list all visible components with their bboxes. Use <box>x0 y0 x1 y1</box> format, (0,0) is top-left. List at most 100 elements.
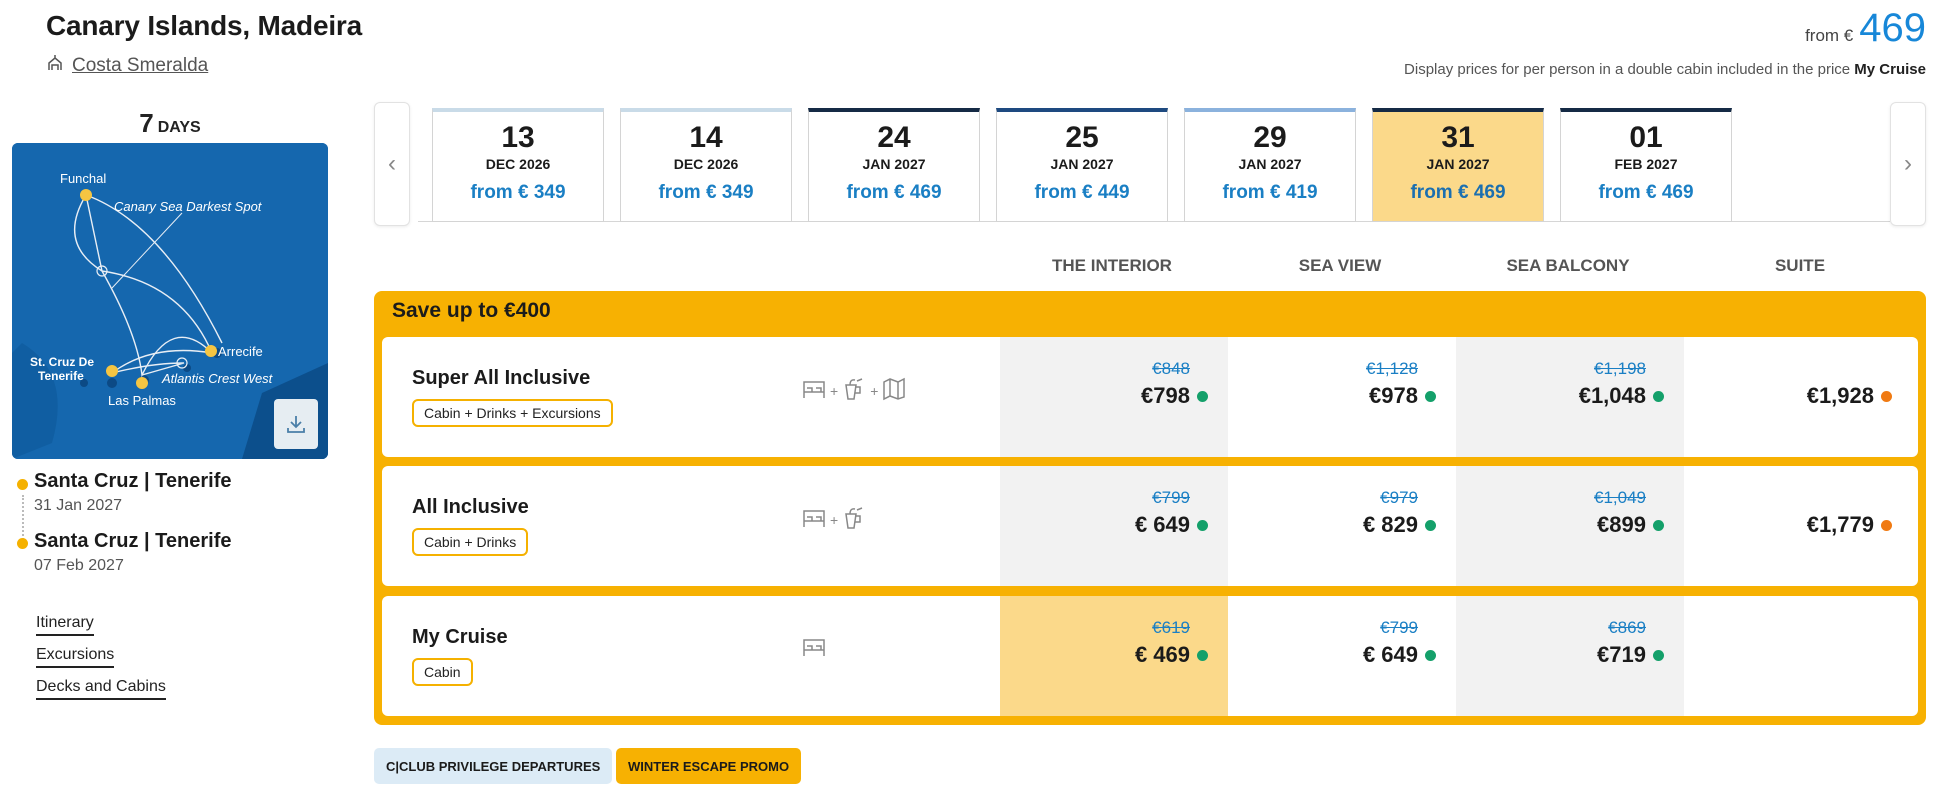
fare-icons: + + <box>802 377 906 404</box>
new-price: €1,779 <box>1806 512 1874 537</box>
price-cell-suite[interactable]: €1,928 <box>1684 337 1912 457</box>
price-cell-sea-balcony[interactable]: €1,198 €1,048 <box>1456 337 1684 457</box>
duration-days: 7 <box>139 108 154 138</box>
price-cell-sea-balcony[interactable]: €869 €719 <box>1456 596 1684 716</box>
chevron-right-icon: › <box>1904 150 1912 177</box>
availability-dot <box>1197 650 1208 661</box>
price-cell-interior[interactable]: €848 €798 <box>1000 337 1228 457</box>
date-month: JAN 2027 <box>1050 156 1114 172</box>
itinerary-link[interactable]: Itinerary <box>36 614 94 636</box>
old-price: €869 <box>1608 618 1646 637</box>
fare-tag: Cabin <box>412 658 473 686</box>
drink-icon <box>842 506 866 533</box>
availability-dot <box>1653 520 1664 531</box>
date-option[interactable]: 13 DEC 2026 from € 349 <box>432 108 604 222</box>
old-price: €979 <box>1380 488 1418 507</box>
date-month: DEC 2026 <box>485 156 551 172</box>
availability-dot <box>1197 391 1208 402</box>
date-price: from € 349 <box>658 182 754 203</box>
departure-port: Santa Cruz | Tenerife <box>34 470 232 492</box>
price-cell-sea-balcony[interactable]: €1,049 €899 <box>1456 466 1684 586</box>
map-icon <box>882 377 906 404</box>
winter-promo-badge[interactable]: WINTER ESCAPE PROMO <box>616 748 802 784</box>
route-dotted-line <box>22 495 24 540</box>
date-month: JAN 2027 <box>862 156 926 172</box>
date-month: JAN 2027 <box>1426 156 1490 172</box>
date-option-selected[interactable]: 31 JAN 2027 from € 469 <box>1372 108 1544 222</box>
date-option[interactable]: 14 DEC 2026 from € 349 <box>620 108 792 222</box>
price-cell-suite[interactable]: €1,779 <box>1684 466 1912 586</box>
arrival-date: 07 Feb 2027 <box>34 557 124 574</box>
map-label-funchal: Funchal <box>60 171 106 186</box>
availability-dot <box>1881 520 1892 531</box>
date-day: 14 <box>689 121 723 154</box>
prev-dates-button[interactable]: ‹ <box>374 102 410 226</box>
cabin-header-suite: SUITE <box>1774 256 1826 275</box>
date-option[interactable]: 01 FEB 2027 from € 469 <box>1560 108 1732 222</box>
new-price: €1,928 <box>1806 383 1874 408</box>
availability-dot <box>1653 650 1664 661</box>
old-price: €619 <box>1152 618 1190 637</box>
plus-icon: + <box>870 382 879 399</box>
price-cell-sea-view[interactable]: €799 € 649 <box>1228 596 1456 716</box>
plus-icon: + <box>830 382 839 399</box>
next-dates-button[interactable]: › <box>1890 102 1926 226</box>
old-price: €1,198 <box>1594 359 1646 378</box>
bed-icon <box>802 636 826 661</box>
cabin-header-sea-balcony: SEA BALCONY <box>1506 256 1630 275</box>
date-day: 31 <box>1441 121 1475 154</box>
download-icon <box>285 413 307 435</box>
duration: 7 DAYS <box>12 108 328 139</box>
availability-dot <box>1425 391 1436 402</box>
fare-icons: + <box>802 506 866 533</box>
date-month: DEC 2026 <box>673 156 739 172</box>
route-map[interactable]: Funchal Canary Sea Darkest Spot Arrecife… <box>12 143 328 459</box>
duration-label: DAYS <box>157 119 201 136</box>
download-map-button[interactable] <box>274 399 318 449</box>
cabin-header-interior: THE INTERIOR <box>1052 256 1172 275</box>
date-price: from € 469 <box>1410 182 1506 203</box>
new-price: € 469 <box>1134 642 1190 667</box>
date-day: 25 <box>1065 121 1099 154</box>
promo-title: Save up to €400 <box>392 299 551 322</box>
price-cell-suite-empty <box>1684 596 1912 716</box>
map-label-las-palmas: Las Palmas <box>108 393 176 408</box>
date-day: 24 <box>877 121 911 154</box>
old-price: €799 <box>1152 488 1190 507</box>
ship-link[interactable]: Costa Smeralda <box>46 54 208 78</box>
availability-dot <box>1425 650 1436 661</box>
cclub-badge[interactable]: C|CLUB PRIVILEGE DEPARTURES <box>374 748 613 784</box>
cabin-header-sea-view: SEA VIEW <box>1298 256 1382 275</box>
fare-tag: Cabin + Drinks + Excursions <box>412 399 613 427</box>
page-title: Canary Islands, Madeira <box>46 10 362 41</box>
date-day: 29 <box>1253 121 1287 154</box>
date-option[interactable]: 25 JAN 2027 from € 449 <box>996 108 1168 222</box>
price-cell-sea-view[interactable]: €979 € 829 <box>1228 466 1456 586</box>
from-price-value: 469 <box>1859 6 1926 50</box>
date-option[interactable]: 24 JAN 2027 from € 469 <box>808 108 980 222</box>
arrival-port: Santa Cruz | Tenerife <box>34 530 232 552</box>
new-price: €719 <box>1597 642 1646 667</box>
price-cell-interior[interactable]: €799 € 649 <box>1000 466 1228 586</box>
decks-cabins-link[interactable]: Decks and Cabins <box>36 678 166 700</box>
fare-tag: Cabin + Drinks <box>412 528 529 556</box>
chevron-left-icon: ‹ <box>388 150 396 177</box>
price-cell-sea-view[interactable]: €1,128 €978 <box>1228 337 1456 457</box>
excursions-link[interactable]: Excursions <box>36 646 115 668</box>
date-price: from € 469 <box>846 182 942 203</box>
new-price: €1,048 <box>1578 383 1646 408</box>
date-option[interactable]: 29 JAN 2027 from € 419 <box>1184 108 1356 222</box>
new-price: €798 <box>1141 383 1190 408</box>
price-cell-interior-selected[interactable]: €619 € 469 <box>1000 596 1228 716</box>
price-note-bold: My Cruise <box>1854 61 1926 78</box>
map-label-st-cruz-2: Tenerife <box>38 369 84 383</box>
drink-icon <box>842 377 866 404</box>
new-price: €899 <box>1597 512 1646 537</box>
date-day: 13 <box>501 121 535 154</box>
date-day: 01 <box>1629 121 1663 154</box>
departure-date: 31 Jan 2027 <box>34 497 123 514</box>
date-price: from € 449 <box>1034 182 1130 203</box>
date-month: JAN 2027 <box>1238 156 1302 172</box>
arrival-dot <box>17 538 28 549</box>
fare-row-super-all-inclusive: Super All Inclusive Cabin + Drinks + Exc… <box>382 337 1918 457</box>
